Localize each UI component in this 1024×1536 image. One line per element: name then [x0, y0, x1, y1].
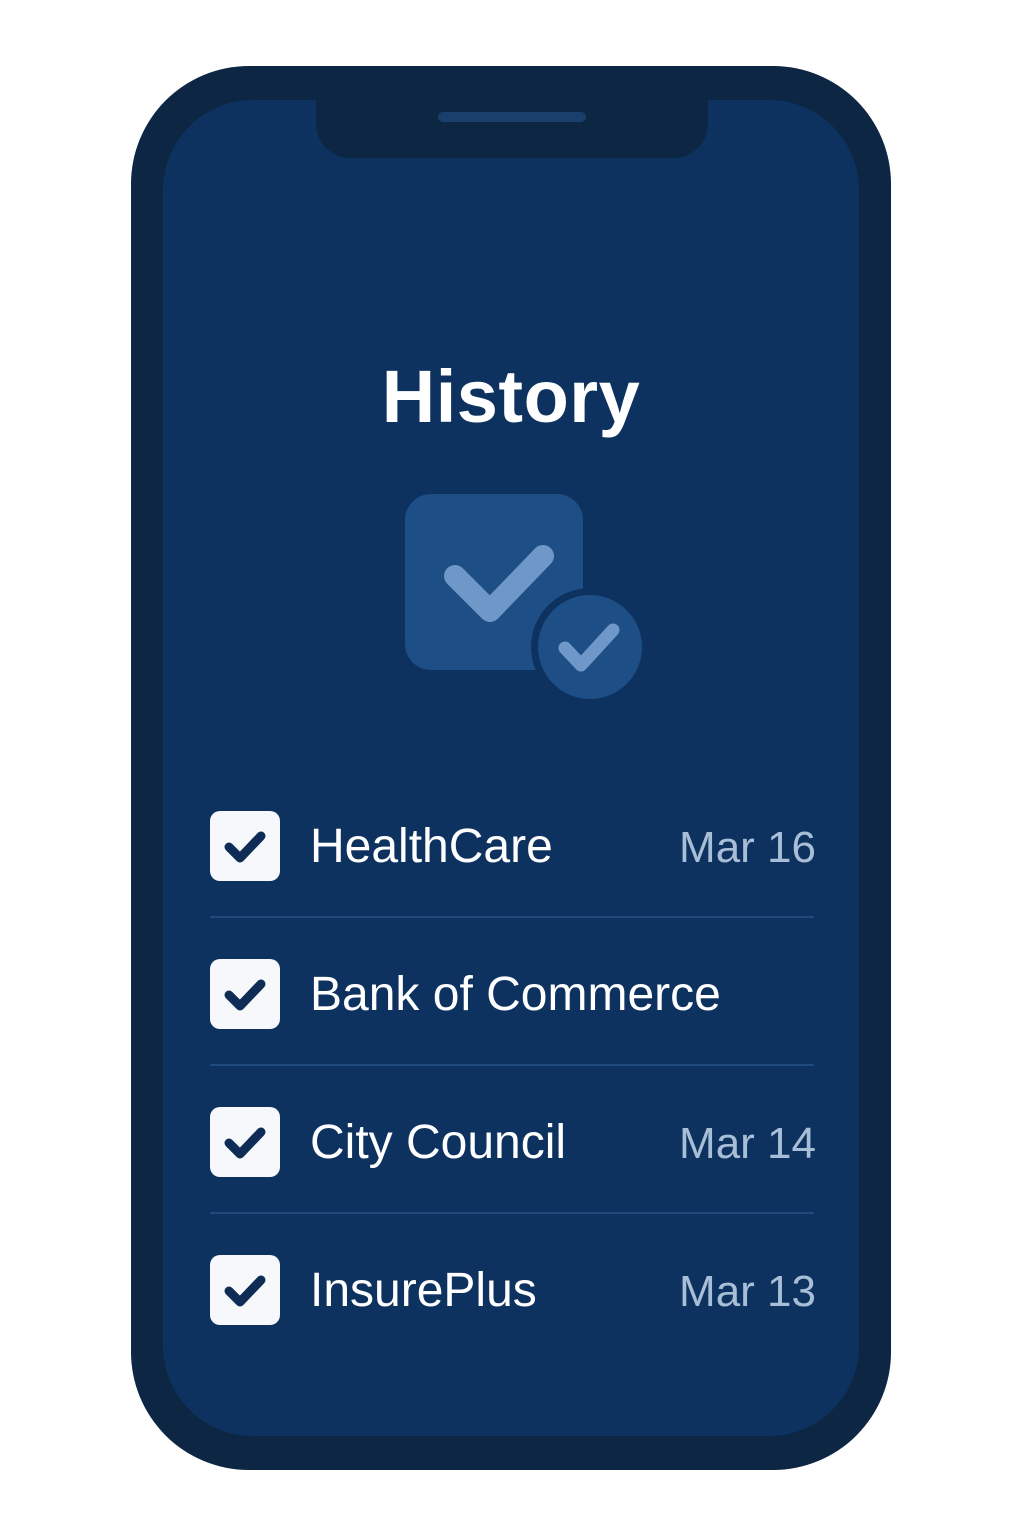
history-item-label: Bank of Commerce	[310, 968, 721, 1021]
history-item-date: Mar 16	[679, 823, 816, 872]
page-title: History	[381, 355, 641, 438]
speaker-grille	[438, 112, 586, 122]
checkbox[interactable]	[210, 959, 280, 1029]
double-check-icon	[403, 492, 653, 712]
history-row-healthcare[interactable]: HealthCare Mar 16	[210, 770, 816, 918]
history-item-date: Mar 13	[679, 1267, 816, 1316]
check-icon	[224, 1127, 266, 1159]
history-item-label: InsurePlus	[310, 1264, 537, 1317]
phone-frame: History HealthCare Mar 16 Bank of Commer…	[131, 66, 891, 1470]
history-item-date: Mar 14	[679, 1119, 816, 1168]
phone-screen: History HealthCare Mar 16 Bank of Commer…	[163, 100, 859, 1436]
history-row-insureplus[interactable]: InsurePlus Mar 13	[210, 1214, 816, 1360]
history-row-bank-of-commerce[interactable]: Bank of Commerce	[210, 918, 814, 1066]
check-icon	[224, 831, 266, 863]
history-item-label: City Council	[310, 1116, 567, 1169]
history-row-city-council[interactable]: City Council Mar 14	[210, 1066, 816, 1214]
history-item-label: HealthCare	[310, 820, 553, 873]
checkbox[interactable]	[210, 1255, 280, 1325]
history-list: HealthCare Mar 16 Bank of Commerce City …	[210, 770, 816, 1360]
checkbox[interactable]	[210, 811, 280, 881]
notch	[316, 100, 708, 158]
check-icon	[224, 1275, 266, 1307]
checkbox[interactable]	[210, 1107, 280, 1177]
check-icon	[224, 979, 266, 1011]
